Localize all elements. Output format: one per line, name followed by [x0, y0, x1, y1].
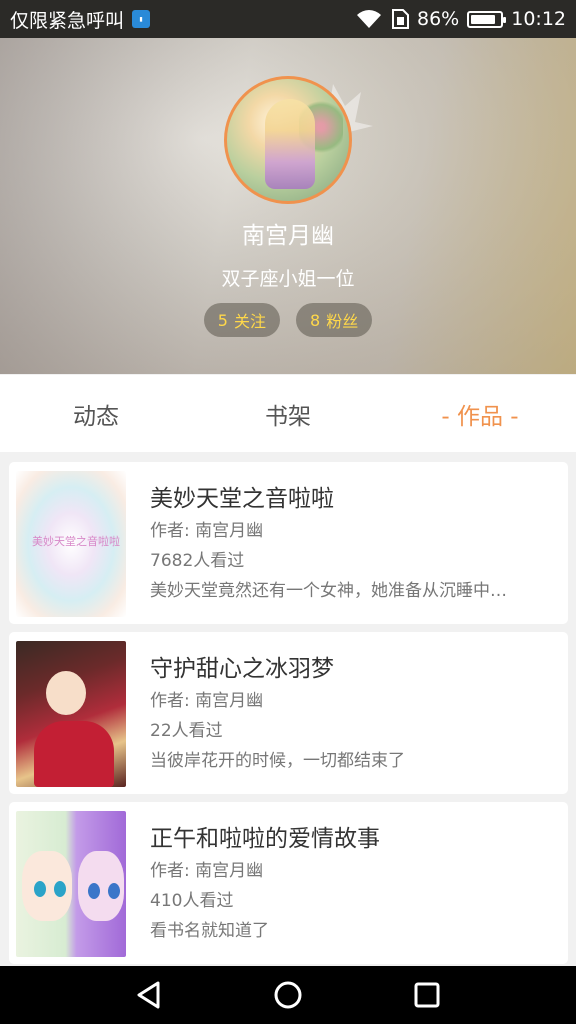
home-icon — [274, 981, 302, 1009]
followers-count: 8 — [310, 310, 321, 330]
cover-art-dress — [34, 721, 114, 787]
book-cover: 美妙天堂之音啦啦 — [16, 471, 126, 617]
work-card[interactable]: 守护甜心之冰羽梦 作者: 南宫月幽 22人看过 当彼岸花开的时候，一切都结束了 — [9, 632, 568, 794]
recents-button[interactable] — [397, 966, 457, 1024]
following-button[interactable]: 5 关注 — [203, 303, 280, 337]
work-card[interactable]: 正午和啦啦的爱情故事 作者: 南宫月幽 410人看过 看书名就知道了 — [9, 802, 568, 964]
profile-header: 南宫月幽 双子座小姐一位 5 关注 8 粉丝 — [0, 38, 576, 374]
work-views: 22人看过 — [150, 721, 223, 741]
cover-text: 美妙天堂之音啦啦 — [32, 535, 120, 548]
work-summary: 美妙天堂竟然还有一个女神，她准备从沉睡中… — [150, 581, 507, 601]
back-icon — [137, 981, 160, 1009]
profile-tabs: 动态 书架 - 作品 - — [0, 375, 576, 452]
work-title: 美妙天堂之音啦啦 — [150, 486, 334, 512]
tab-label: 动态 — [73, 403, 119, 430]
status-right: 86% 10:12 — [355, 8, 566, 30]
work-author: 作者: 南宫月幽 — [150, 521, 264, 541]
sim-card-icon — [392, 9, 409, 29]
sim-icon: ▮ — [132, 10, 151, 28]
tab-label: 书架 — [265, 403, 311, 430]
work-info: 守护甜心之冰羽梦 作者: 南宫月幽 22人看过 当彼岸花开的时候，一切都结束了 — [150, 652, 558, 776]
battery-percent: 86% — [417, 8, 460, 30]
book-cover — [16, 811, 126, 957]
work-title: 守护甜心之冰羽梦 — [150, 656, 334, 682]
followers-label: 粉丝 — [326, 312, 359, 331]
tab-label: - 作品 - — [441, 403, 519, 430]
cover-art-face — [46, 671, 86, 715]
carrier-text: 仅限紧急呼叫 — [10, 9, 125, 32]
tab-bookshelf[interactable]: 书架 — [192, 375, 384, 452]
work-author: 作者: 南宫月幽 — [150, 861, 264, 881]
followers-button[interactable]: 8 粉丝 — [296, 303, 373, 337]
cover-art-eye — [34, 881, 46, 897]
tab-activity[interactable]: 动态 — [0, 375, 192, 452]
battery-icon — [467, 10, 507, 28]
work-views: 410人看过 — [150, 891, 234, 911]
avatar-figure — [265, 99, 315, 189]
following-count: 5 — [217, 310, 228, 330]
work-author: 作者: 南宫月幽 — [150, 691, 264, 711]
cover-art-eye — [88, 883, 100, 899]
status-bar: 仅限紧急呼叫 ▮ 86% 10:12 — [0, 0, 576, 38]
following-label: 关注 — [233, 312, 266, 331]
navigation-bar — [0, 966, 576, 1024]
work-card[interactable]: 美妙天堂之音啦啦 美妙天堂之音啦啦 作者: 南宫月幽 7682人看过 美妙天堂竟… — [9, 462, 568, 624]
user-bio: 双子座小姐一位 — [221, 268, 355, 290]
wifi-icon — [357, 10, 381, 28]
work-views: 7682人看过 — [150, 551, 245, 571]
back-button[interactable] — [119, 966, 179, 1024]
tab-works[interactable]: - 作品 - — [384, 375, 576, 452]
avatar[interactable] — [224, 76, 352, 204]
home-button[interactable] — [258, 966, 318, 1024]
username: 南宫月幽 — [242, 223, 334, 249]
book-cover — [16, 641, 126, 787]
recents-icon — [414, 982, 440, 1008]
battery-fill — [471, 14, 495, 24]
stats: 5 关注 8 粉丝 — [0, 303, 576, 337]
work-summary: 看书名就知道了 — [150, 921, 269, 941]
cover-art-eye — [54, 881, 66, 897]
cover-art-eye — [108, 883, 120, 899]
works-list: 美妙天堂之音啦啦 美妙天堂之音啦啦 作者: 南宫月幽 7682人看过 美妙天堂竟… — [9, 462, 568, 972]
work-info: 正午和啦啦的爱情故事 作者: 南宫月幽 410人看过 看书名就知道了 — [150, 822, 558, 946]
work-title: 正午和啦啦的爱情故事 — [150, 826, 380, 852]
clock: 10:12 — [511, 8, 566, 30]
work-info: 美妙天堂之音啦啦 作者: 南宫月幽 7682人看过 美妙天堂竟然还有一个女神，她… — [150, 482, 558, 606]
status-left: 仅限紧急呼叫 ▮ — [10, 6, 355, 33]
work-summary: 当彼岸花开的时候，一切都结束了 — [150, 751, 405, 771]
